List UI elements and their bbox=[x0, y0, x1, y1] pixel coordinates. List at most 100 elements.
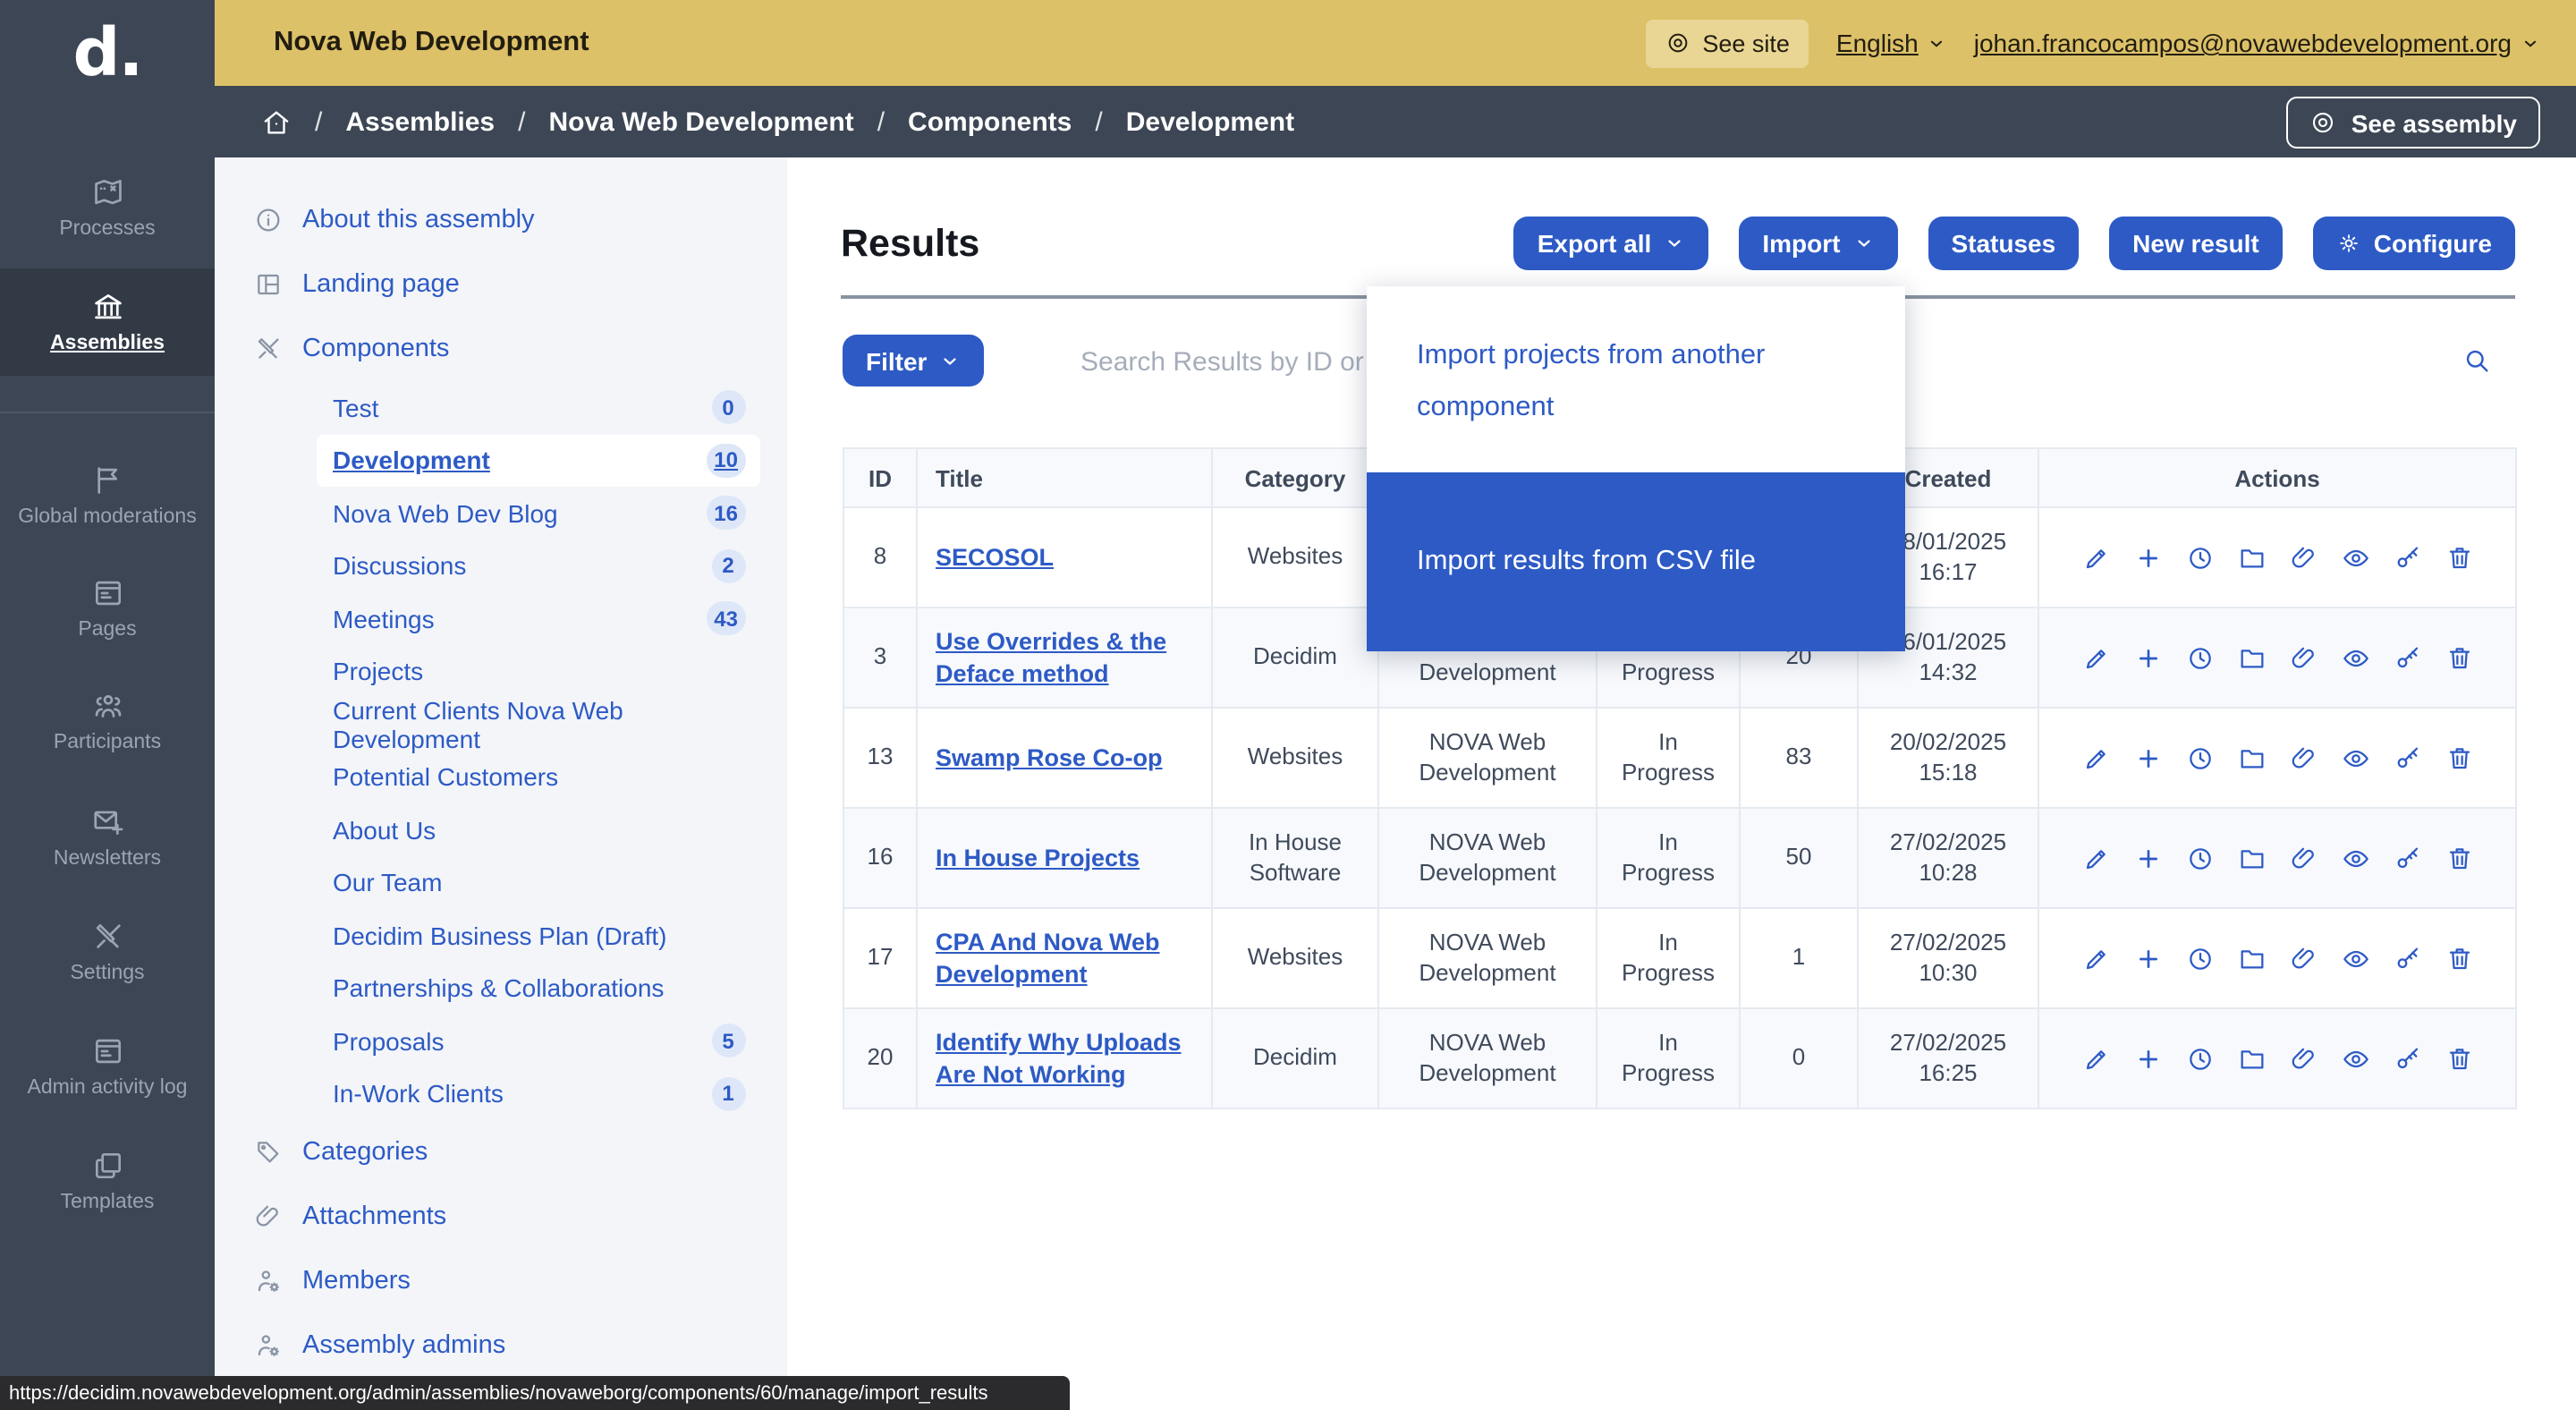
component-item-discussions[interactable]: Discussions2 bbox=[317, 539, 759, 592]
delete-trash-icon[interactable] bbox=[2445, 944, 2473, 973]
permissions-key-icon[interactable] bbox=[2393, 643, 2421, 672]
permissions-key-icon[interactable] bbox=[2393, 944, 2421, 973]
component-item-decidim-business-plan-draft-[interactable]: Decidim Business Plan (Draft) bbox=[317, 909, 759, 962]
sidebar-item-admin-activity-log[interactable]: Admin activity log bbox=[0, 1013, 215, 1120]
preview-eye-icon[interactable] bbox=[2341, 543, 2369, 572]
delete-trash-icon[interactable] bbox=[2445, 643, 2473, 672]
home-icon[interactable] bbox=[261, 106, 292, 137]
sidebar-item-assemblies[interactable]: Assemblies bbox=[0, 268, 215, 376]
add-plus-icon[interactable] bbox=[2133, 1044, 2162, 1073]
user-menu[interactable]: johan.francocampos@novawebdevelopment.or… bbox=[1974, 29, 2540, 57]
attachment-paperclip-icon[interactable] bbox=[2289, 844, 2318, 872]
breadcrumb-item[interactable]: Development bbox=[1126, 106, 1294, 137]
sidebar-item-participants[interactable]: Participants bbox=[0, 667, 215, 775]
history-clock-icon[interactable] bbox=[2185, 543, 2214, 572]
sidebar-item-global-moderations[interactable]: Global moderations bbox=[0, 442, 215, 549]
preview-eye-icon[interactable] bbox=[2341, 844, 2369, 872]
breadcrumb-item[interactable]: Assemblies bbox=[345, 106, 495, 137]
assembly-nav-landing-page[interactable]: Landing page bbox=[215, 252, 787, 317]
assembly-nav-assembly-admins[interactable]: Assembly admins bbox=[215, 1313, 787, 1378]
project-folder-icon[interactable] bbox=[2237, 543, 2266, 572]
assembly-nav-attachments[interactable]: Attachments bbox=[215, 1185, 787, 1249]
statuses-button[interactable]: Statuses bbox=[1928, 217, 2079, 270]
assembly-nav-components[interactable]: Components bbox=[215, 317, 787, 381]
delete-trash-icon[interactable] bbox=[2445, 543, 2473, 572]
component-item-current-clients-nova-web-development[interactable]: Current Clients Nova Web Development bbox=[317, 698, 759, 751]
see-assembly-button[interactable]: See assembly bbox=[2287, 97, 2540, 149]
edit-pencil-icon[interactable] bbox=[2081, 643, 2110, 672]
configure-button[interactable]: Configure bbox=[2313, 217, 2515, 270]
result-title-link[interactable]: SECOSOL bbox=[936, 543, 1054, 570]
component-item-in-work-clients[interactable]: In-Work Clients1 bbox=[317, 1067, 759, 1120]
edit-pencil-icon[interactable] bbox=[2081, 1044, 2110, 1073]
project-folder-icon[interactable] bbox=[2237, 643, 2266, 672]
component-item-projects[interactable]: Projects bbox=[317, 645, 759, 698]
sidebar-item-templates[interactable]: Templates bbox=[0, 1127, 215, 1235]
sidebar-item-newsletters[interactable]: Newsletters bbox=[0, 784, 215, 891]
permissions-key-icon[interactable] bbox=[2393, 844, 2421, 872]
attachment-paperclip-icon[interactable] bbox=[2289, 543, 2318, 572]
filter-button[interactable]: Filter bbox=[843, 335, 984, 386]
component-item-about-us[interactable]: About Us bbox=[317, 803, 759, 856]
project-folder-icon[interactable] bbox=[2237, 844, 2266, 872]
result-title-link[interactable]: Identify Why Uploads Are Not Working bbox=[936, 1028, 1182, 1087]
component-item-meetings[interactable]: Meetings43 bbox=[317, 592, 759, 645]
preview-eye-icon[interactable] bbox=[2341, 944, 2369, 973]
result-title-link[interactable]: Swamp Rose Co-op bbox=[936, 743, 1163, 770]
add-plus-icon[interactable] bbox=[2133, 643, 2162, 672]
dropdown-item-import-results-from-csv-file[interactable]: Import results from CSV file bbox=[1367, 473, 1905, 652]
component-item-proposals[interactable]: Proposals5 bbox=[317, 1015, 759, 1067]
history-clock-icon[interactable] bbox=[2185, 944, 2214, 973]
permissions-key-icon[interactable] bbox=[2393, 743, 2421, 772]
attachment-paperclip-icon[interactable] bbox=[2289, 944, 2318, 973]
new-result-button[interactable]: New result bbox=[2109, 217, 2283, 270]
edit-pencil-icon[interactable] bbox=[2081, 543, 2110, 572]
permissions-key-icon[interactable] bbox=[2393, 1044, 2421, 1073]
project-folder-icon[interactable] bbox=[2237, 944, 2266, 973]
history-clock-icon[interactable] bbox=[2185, 743, 2214, 772]
edit-pencil-icon[interactable] bbox=[2081, 844, 2110, 872]
breadcrumb-item[interactable]: Components bbox=[908, 106, 1072, 137]
component-item-development[interactable]: Development10 bbox=[317, 434, 759, 487]
permissions-key-icon[interactable] bbox=[2393, 543, 2421, 572]
export-all-button[interactable]: Export all bbox=[1514, 217, 1709, 270]
history-clock-icon[interactable] bbox=[2185, 643, 2214, 672]
project-folder-icon[interactable] bbox=[2237, 743, 2266, 772]
preview-eye-icon[interactable] bbox=[2341, 743, 2369, 772]
breadcrumb-item[interactable]: Nova Web Development bbox=[548, 106, 853, 137]
component-item-our-team[interactable]: Our Team bbox=[317, 856, 759, 909]
dropdown-item-import-projects-from-another-component[interactable]: Import projects from another component bbox=[1367, 286, 1905, 473]
sidebar-item-pages[interactable]: Pages bbox=[0, 555, 215, 662]
component-item-test[interactable]: Test0 bbox=[317, 381, 759, 434]
attachment-paperclip-icon[interactable] bbox=[2289, 743, 2318, 772]
add-plus-icon[interactable] bbox=[2133, 944, 2162, 973]
sidebar-item-processes[interactable]: Processes bbox=[0, 154, 215, 261]
component-item-nova-web-dev-blog[interactable]: Nova Web Dev Blog16 bbox=[317, 487, 759, 539]
edit-pencil-icon[interactable] bbox=[2081, 743, 2110, 772]
search-icon[interactable] bbox=[2462, 345, 2492, 376]
assembly-nav-about-this-assembly[interactable]: About this assembly bbox=[215, 188, 787, 252]
sidebar-item-settings[interactable]: Settings bbox=[0, 898, 215, 1006]
import-button[interactable]: Import bbox=[1739, 217, 1897, 270]
delete-trash-icon[interactable] bbox=[2445, 743, 2473, 772]
attachment-paperclip-icon[interactable] bbox=[2289, 1044, 2318, 1073]
component-item-potential-customers[interactable]: Potential Customers bbox=[317, 751, 759, 803]
language-selector[interactable]: English bbox=[1836, 29, 1947, 57]
edit-pencil-icon[interactable] bbox=[2081, 944, 2110, 973]
history-clock-icon[interactable] bbox=[2185, 844, 2214, 872]
assembly-nav-members[interactable]: Members bbox=[215, 1249, 787, 1313]
component-item-partnerships-collaborations[interactable]: Partnerships & Collaborations bbox=[317, 962, 759, 1015]
assembly-nav-categories[interactable]: Categories bbox=[215, 1120, 787, 1185]
preview-eye-icon[interactable] bbox=[2341, 643, 2369, 672]
result-title-link[interactable]: CPA And Nova Web Development bbox=[936, 928, 1160, 987]
add-plus-icon[interactable] bbox=[2133, 743, 2162, 772]
result-title-link[interactable]: In House Projects bbox=[936, 844, 1140, 871]
history-clock-icon[interactable] bbox=[2185, 1044, 2214, 1073]
attachment-paperclip-icon[interactable] bbox=[2289, 643, 2318, 672]
preview-eye-icon[interactable] bbox=[2341, 1044, 2369, 1073]
project-folder-icon[interactable] bbox=[2237, 1044, 2266, 1073]
platform-logo[interactable]: d. bbox=[0, 14, 215, 91]
add-plus-icon[interactable] bbox=[2133, 844, 2162, 872]
see-site-button[interactable]: See site bbox=[1645, 19, 1809, 67]
add-plus-icon[interactable] bbox=[2133, 543, 2162, 572]
